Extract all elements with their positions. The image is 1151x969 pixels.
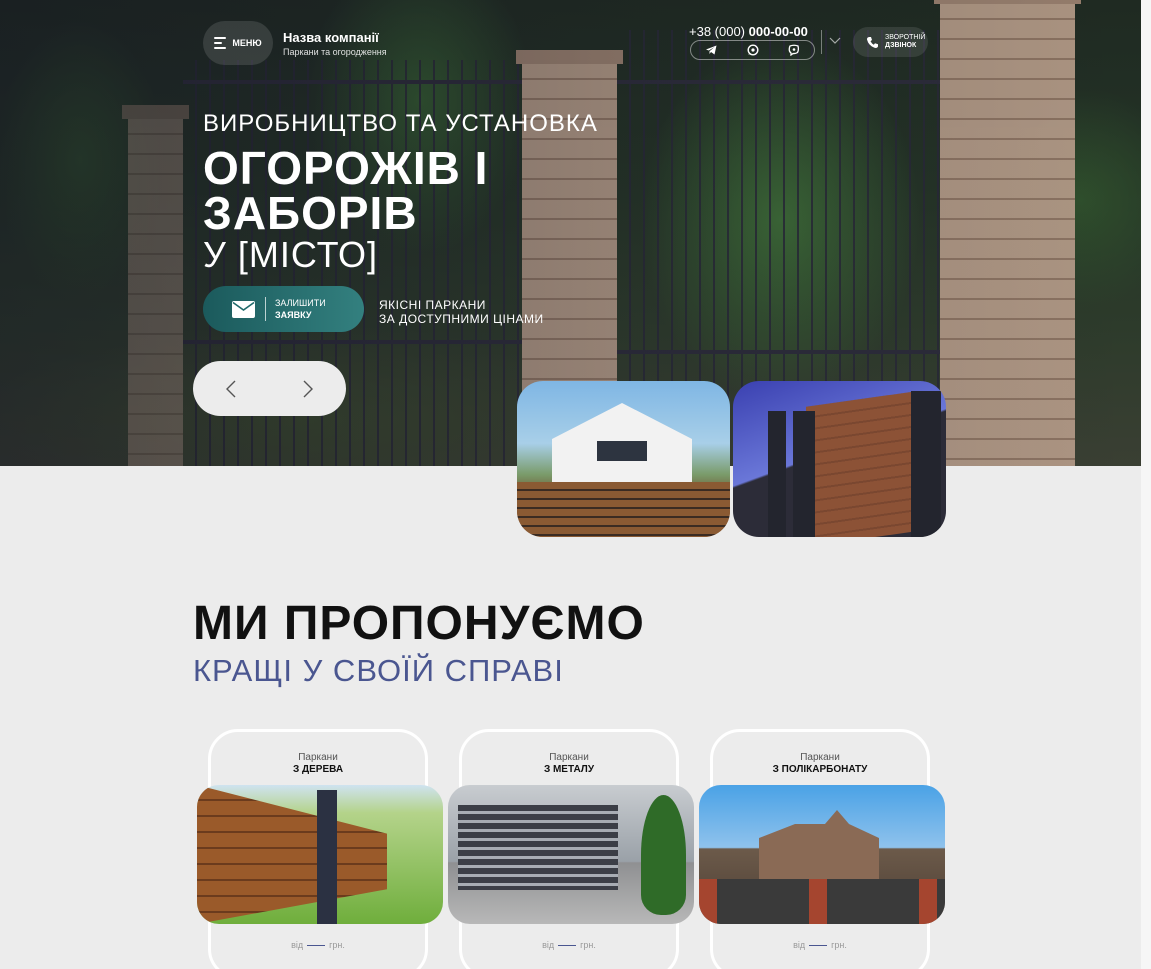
card-category: Паркани: [298, 752, 338, 763]
messenger-links: [690, 40, 815, 60]
hero-title: ОГОРОЖІВ І ЗАБОРІВ: [203, 142, 489, 239]
chevron-down-icon[interactable]: [829, 37, 841, 45]
slider-navigation: [193, 361, 346, 416]
header-divider: [821, 30, 822, 54]
card-name: З ПОЛІКАРБОНАТУ: [772, 764, 868, 775]
card-image: [197, 785, 443, 924]
product-card-metal[interactable]: Паркани З МЕТАЛУ від грн.: [448, 729, 694, 969]
phone-prefix: +38 (000): [689, 24, 746, 39]
cta-line1: ЗАЛИШИТИ: [275, 298, 326, 308]
phone-digits: 000-00-00: [748, 24, 808, 39]
phone-number[interactable]: +38 (000) 000-00-00: [689, 24, 808, 39]
menu-label: МЕНЮ: [232, 38, 262, 48]
company-name: Назва компанії: [283, 30, 379, 45]
card-name: З МЕТАЛУ: [543, 764, 595, 775]
telegram-icon[interactable]: [706, 44, 718, 56]
hero-city: У [МІСТО]: [203, 234, 379, 275]
phone-icon: [866, 36, 878, 48]
arrow-left-icon[interactable]: [225, 379, 237, 399]
callback-line1: ЗВОРОТНІЙ: [885, 34, 926, 41]
hero-title-line2: ЗАБОРІВ: [203, 187, 418, 239]
company-tagline: Паркани та огородження: [283, 47, 387, 57]
card-category: Паркани: [549, 752, 589, 763]
viber-icon[interactable]: [788, 44, 800, 56]
callback-button[interactable]: ЗВОРОТНІЙ ДЗВІНОК: [853, 27, 928, 57]
product-card-polycarbonate[interactable]: Паркани З ПОЛІКАРБОНАТУ від грн.: [699, 729, 945, 969]
whatsapp-icon[interactable]: [746, 44, 759, 56]
slide-photo-house[interactable]: [517, 381, 730, 537]
arrow-right-icon[interactable]: [302, 379, 314, 399]
card-price: від грн.: [793, 940, 847, 950]
card-name: З ДЕРЕВА: [292, 764, 344, 775]
slogan-line2: ЗА ДОСТУПНИМИ ЦІНАМИ: [379, 312, 544, 326]
menu-icon: [214, 37, 227, 49]
menu-button[interactable]: МЕНЮ: [203, 21, 273, 65]
cta-line2: ЗАЯВКУ: [275, 310, 312, 320]
callback-line2: ДЗВІНОК: [885, 42, 917, 49]
card-price: від грн.: [542, 940, 596, 950]
product-card-wood[interactable]: Паркани З ДЕРЕВА від грн.: [197, 729, 443, 969]
company-block[interactable]: Назва компанії Паркани та огородження: [283, 30, 387, 57]
card-category: Паркани: [800, 752, 840, 763]
slide-photo-fence[interactable]: [733, 381, 946, 537]
leave-request-button[interactable]: ЗАЛИШИТИ ЗАЯВКУ: [203, 286, 364, 332]
hero-pretitle: ВИРОБНИЦТВО ТА УСТАНОВКА: [203, 110, 598, 137]
card-image: [448, 785, 694, 924]
section-title: МИ ПРОПОНУЄМО: [193, 597, 645, 650]
section-subtitle: КРАЩІ У СВОЇЙ СПРАВІ: [193, 653, 564, 688]
hero-title-line1: ОГОРОЖІВ І: [203, 142, 489, 194]
card-price: від грн.: [291, 940, 345, 950]
slogan-line1: ЯКІСНІ ПАРКАНИ: [379, 298, 486, 312]
scrollbar[interactable]: [1141, 0, 1151, 969]
hero-slogan: ЯКІСНІ ПАРКАНИ ЗА ДОСТУПНИМИ ЦІНАМИ: [379, 298, 544, 326]
mail-icon: [232, 300, 255, 318]
card-image: [699, 785, 945, 924]
